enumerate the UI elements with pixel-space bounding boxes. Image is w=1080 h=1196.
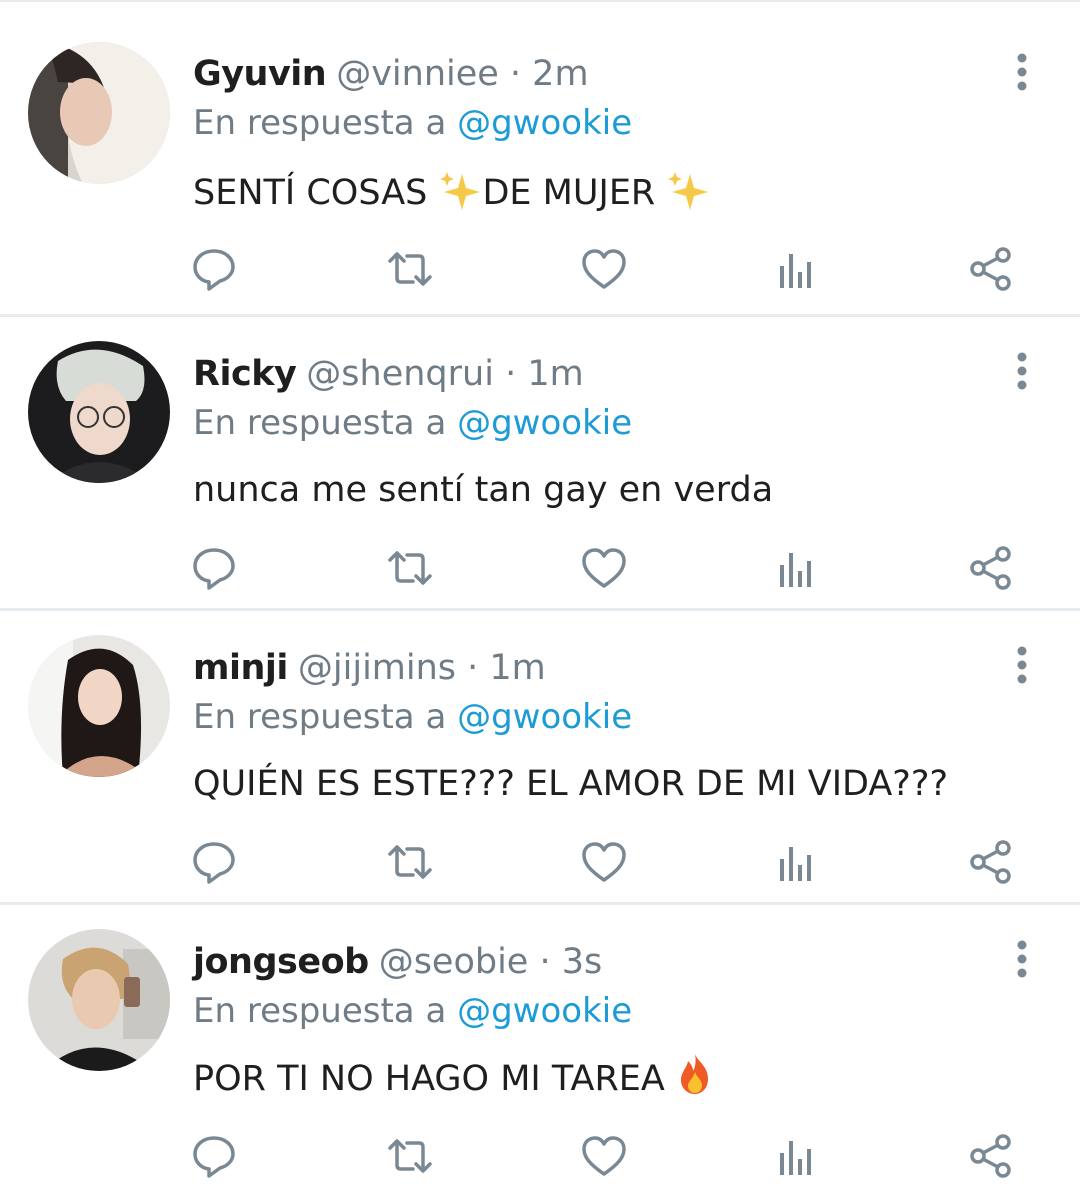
mention-link[interactable]: @gwookie bbox=[457, 697, 632, 737]
tweet-actions bbox=[0, 543, 1080, 593]
handle-time: @vinniee · 2m bbox=[336, 54, 589, 94]
display-name[interactable]: Ricky bbox=[193, 354, 297, 394]
tweet-text: nunca me sentí tan gay en verda bbox=[193, 470, 774, 510]
handle-time: @shenqrui · 1m bbox=[306, 354, 584, 394]
retweet-icon[interactable] bbox=[385, 1131, 435, 1181]
retweet-icon[interactable] bbox=[385, 543, 435, 593]
more-options-icon[interactable] bbox=[1006, 643, 1038, 687]
share-icon[interactable] bbox=[966, 244, 1016, 294]
reply-icon[interactable] bbox=[189, 244, 239, 294]
more-options-icon[interactable] bbox=[1006, 50, 1038, 94]
retweet-icon[interactable] bbox=[385, 244, 435, 294]
reply-icon[interactable] bbox=[189, 837, 239, 887]
share-icon[interactable] bbox=[966, 837, 1016, 887]
handle-time: @seobie · 3s bbox=[378, 942, 603, 982]
like-icon[interactable] bbox=[579, 543, 629, 593]
tweet-actions bbox=[0, 244, 1080, 294]
tweet-text-part: SENTÍ COSAS bbox=[193, 173, 439, 213]
analytics-icon[interactable] bbox=[772, 543, 822, 593]
avatar[interactable] bbox=[28, 341, 170, 483]
more-options-icon[interactable] bbox=[1006, 349, 1038, 393]
tweet-actions bbox=[0, 837, 1080, 887]
tweet[interactable]: jongseob @seobie · 3s En respuesta a @gwo… bbox=[0, 902, 1080, 1196]
replies-feed: Gyuvin @vinniee · 2m En respuesta a @gwoo… bbox=[0, 0, 1080, 1193]
display-name[interactable]: minji bbox=[193, 648, 288, 688]
avatar-image bbox=[28, 341, 170, 483]
tweet-text: SENTÍ COSAS DE MUJER bbox=[193, 167, 710, 225]
like-icon[interactable] bbox=[579, 244, 629, 294]
more-options-icon[interactable] bbox=[1006, 937, 1038, 981]
mention-link[interactable]: @gwookie bbox=[457, 103, 632, 143]
tweet[interactable]: Gyuvin @vinniee · 2m En respuesta a @gwoo… bbox=[0, 2, 1080, 296]
analytics-icon[interactable] bbox=[772, 1131, 822, 1181]
analytics-icon[interactable] bbox=[772, 244, 822, 294]
tweet-text-part: DE MUJER bbox=[482, 173, 667, 213]
like-icon[interactable] bbox=[579, 1131, 629, 1181]
reply-prefix: En respuesta a bbox=[193, 403, 447, 443]
tweet-header: minji @jijimins · 1m bbox=[193, 642, 546, 694]
sparkles-icon bbox=[438, 170, 482, 225]
mention-link[interactable]: @gwookie bbox=[457, 991, 632, 1031]
avatar[interactable] bbox=[28, 635, 170, 777]
like-icon[interactable] bbox=[579, 837, 629, 887]
avatar[interactable] bbox=[28, 929, 170, 1071]
reply-icon[interactable] bbox=[189, 543, 239, 593]
avatar-image bbox=[28, 42, 170, 184]
share-icon[interactable] bbox=[966, 543, 1016, 593]
tweet-header: jongseob @seobie · 3s bbox=[193, 936, 602, 988]
tweet-actions bbox=[0, 1131, 1080, 1181]
tweet-header: Ricky @shenqrui · 1m bbox=[193, 348, 584, 400]
avatar-image bbox=[28, 929, 170, 1071]
avatar-image bbox=[28, 635, 170, 777]
reply-prefix: En respuesta a bbox=[193, 697, 447, 737]
display-name[interactable]: jongseob bbox=[193, 942, 369, 982]
tweet-header: Gyuvin @vinniee · 2m bbox=[193, 48, 589, 100]
tweet-text-part: POR TI NO HAGO MI TAREA bbox=[193, 1059, 676, 1099]
retweet-icon[interactable] bbox=[385, 837, 435, 887]
share-icon[interactable] bbox=[966, 1131, 1016, 1181]
tweet[interactable]: minji @jijimins · 1m En respuesta a @gwoo… bbox=[0, 608, 1080, 902]
tweet[interactable]: Ricky @shenqrui · 1m En respuesta a @gwoo… bbox=[0, 314, 1080, 608]
reply-context: En respuesta a @gwookie bbox=[193, 985, 632, 1037]
tweet-text: QUIÉN ES ESTE??? EL AMOR DE MI VIDA??? bbox=[193, 764, 949, 804]
mention-link[interactable]: @gwookie bbox=[457, 403, 632, 443]
analytics-icon[interactable] bbox=[772, 837, 822, 887]
reply-context: En respuesta a @gwookie bbox=[193, 397, 632, 449]
fire-icon bbox=[676, 1052, 714, 1111]
sparkles-icon bbox=[666, 170, 710, 225]
display-name[interactable]: Gyuvin bbox=[193, 54, 327, 94]
reply-context: En respuesta a @gwookie bbox=[193, 691, 632, 743]
avatar[interactable] bbox=[28, 42, 170, 184]
tweet-text: POR TI NO HAGO MI TAREA bbox=[193, 1052, 714, 1111]
reply-prefix: En respuesta a bbox=[193, 103, 447, 143]
reply-prefix: En respuesta a bbox=[193, 991, 447, 1031]
reply-icon[interactable] bbox=[189, 1131, 239, 1181]
handle-time: @jijimins · 1m bbox=[297, 648, 546, 688]
reply-context: En respuesta a @gwookie bbox=[193, 97, 632, 149]
